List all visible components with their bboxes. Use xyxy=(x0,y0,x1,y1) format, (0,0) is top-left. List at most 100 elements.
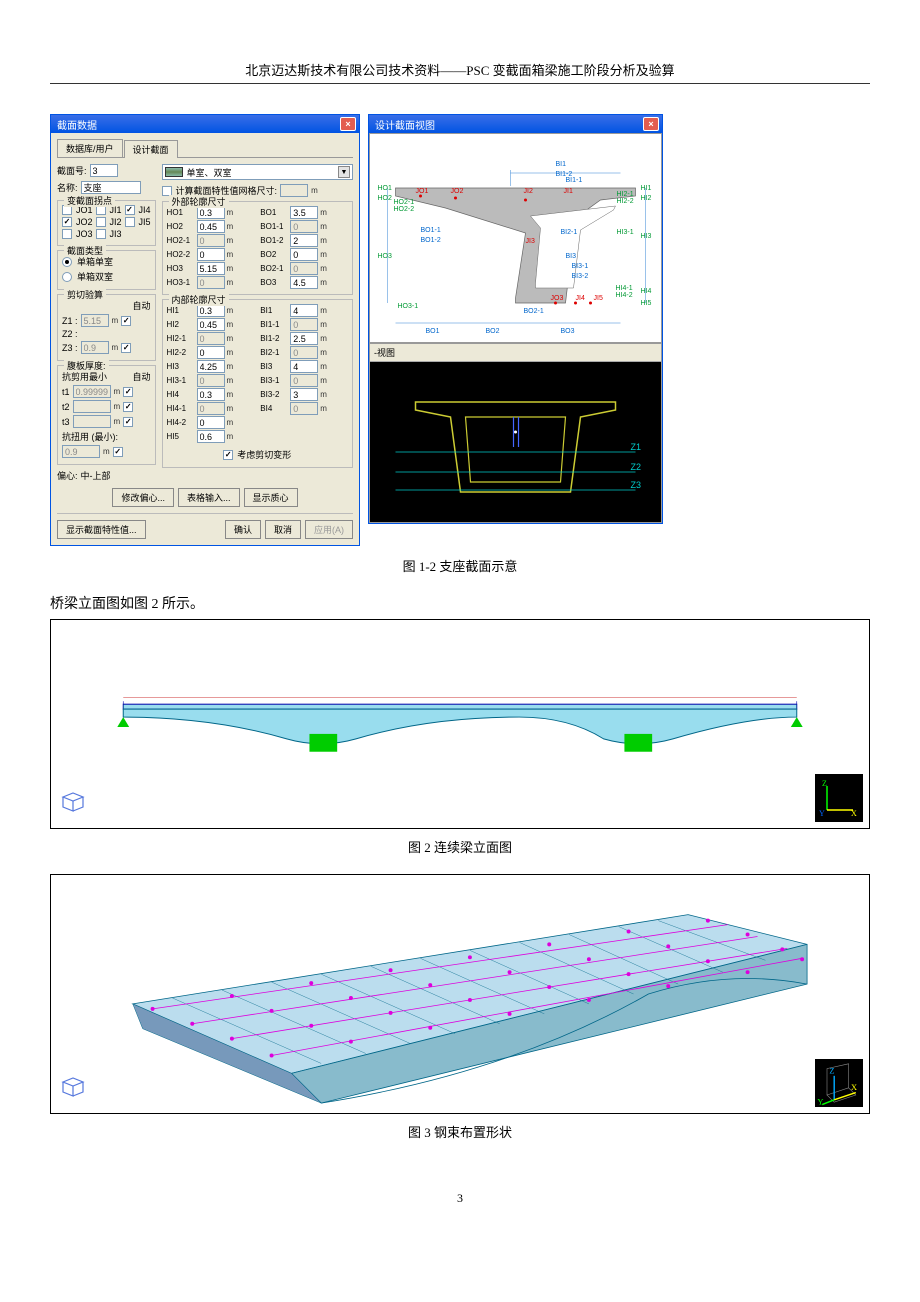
cb-shear-deform[interactable] xyxy=(223,450,233,460)
svg-text:HI5: HI5 xyxy=(641,300,652,307)
cb-ji3[interactable] xyxy=(96,229,106,239)
svg-text:Z2: Z2 xyxy=(631,462,642,472)
modify-offset-button[interactable]: 修改偏心... xyxy=(112,488,174,507)
calc-grid-input[interactable] xyxy=(280,184,308,197)
figure-2-elevation: Z X Y xyxy=(50,619,870,829)
z3-input[interactable] xyxy=(81,341,109,354)
svg-text:JI4: JI4 xyxy=(576,295,585,302)
cb-z1-auto[interactable] xyxy=(121,316,131,326)
name-input[interactable] xyxy=(81,181,141,194)
sect-type-title: 截面类型 xyxy=(64,244,106,257)
bo2-input[interactable] xyxy=(290,248,318,261)
bi4-input[interactable] xyxy=(290,402,318,415)
cb-ji4[interactable] xyxy=(125,205,135,215)
show-props-button[interactable]: 显示截面特性值... xyxy=(57,520,146,539)
svg-text:HI2-2: HI2-2 xyxy=(617,198,634,205)
ho2-input[interactable] xyxy=(197,220,225,233)
z1-input[interactable] xyxy=(81,314,109,327)
bi32-input[interactable] xyxy=(290,388,318,401)
table-input-button[interactable]: 表格输入... xyxy=(178,488,240,507)
svg-text:HI2-1: HI2-1 xyxy=(617,191,634,198)
radio-double-box[interactable] xyxy=(62,272,72,282)
svg-text:Z: Z xyxy=(822,779,827,788)
hi31-input[interactable] xyxy=(197,374,225,387)
hi3-input[interactable] xyxy=(197,360,225,373)
svg-text:JI3: JI3 xyxy=(526,238,535,245)
preview-canvas: Z1 Z2 Z3 xyxy=(370,362,661,522)
hi41-input[interactable] xyxy=(197,402,225,415)
jpoints-title: 变截面拐点 xyxy=(64,194,115,207)
bi1-input[interactable] xyxy=(290,304,318,317)
hi5-input[interactable] xyxy=(197,430,225,443)
show-center-button[interactable]: 显示质心 xyxy=(244,488,298,507)
ho22-input[interactable] xyxy=(197,248,225,261)
svg-text:HI3-1: HI3-1 xyxy=(617,229,634,236)
t2-input[interactable] xyxy=(73,400,111,413)
tab-database[interactable]: 数据库/用户 xyxy=(57,139,123,157)
hi4-input[interactable] xyxy=(197,388,225,401)
svg-text:BO2: BO2 xyxy=(486,328,500,335)
svg-text:BI3-1: BI3-1 xyxy=(572,263,589,270)
bi21-input[interactable] xyxy=(290,346,318,359)
bi3-input[interactable] xyxy=(290,360,318,373)
cb-kangn[interactable] xyxy=(113,447,123,457)
outer-title: 外部轮廓尺寸 xyxy=(169,195,229,208)
cb-t3[interactable] xyxy=(123,417,133,427)
hi2-input[interactable] xyxy=(197,318,225,331)
svg-text:HI2: HI2 xyxy=(641,195,652,202)
svg-text:BI1-1: BI1-1 xyxy=(566,177,583,184)
ho31-input[interactable] xyxy=(197,276,225,289)
dialog-titlebar: 截面数据 × xyxy=(51,115,359,133)
svg-text:JI1: JI1 xyxy=(564,188,573,195)
svg-text:X: X xyxy=(851,1083,857,1092)
svg-text:BI1: BI1 xyxy=(556,161,567,168)
view-orientation-icon xyxy=(59,791,87,820)
cb-t1[interactable] xyxy=(123,387,133,397)
cb-z3-auto[interactable] xyxy=(121,343,131,353)
cb-ji5[interactable] xyxy=(125,217,135,227)
name-label: 名称: xyxy=(57,181,78,194)
section-no-label: 截面号: xyxy=(57,164,87,177)
apply-button[interactable]: 应用(A) xyxy=(305,520,353,539)
hi22-input[interactable] xyxy=(197,346,225,359)
svg-text:Z: Z xyxy=(829,1066,834,1075)
bo11-input[interactable] xyxy=(290,220,318,233)
bo12-input[interactable] xyxy=(290,234,318,247)
caption-3: 图 3 钢束布置形状 xyxy=(50,1122,870,1141)
cb-jo3[interactable] xyxy=(62,229,72,239)
bo1-input[interactable] xyxy=(290,206,318,219)
hi21-input[interactable] xyxy=(197,332,225,345)
cancel-button[interactable]: 取消 xyxy=(265,520,301,539)
close-icon[interactable]: × xyxy=(643,117,659,131)
cb-calc-grid[interactable] xyxy=(162,186,172,196)
kangn-input[interactable] xyxy=(62,445,100,458)
cb-jo2[interactable] xyxy=(62,217,72,227)
hi42-input[interactable] xyxy=(197,416,225,429)
bi31-input[interactable] xyxy=(290,374,318,387)
cb-t2[interactable] xyxy=(123,402,133,412)
ok-button[interactable]: 确认 xyxy=(225,520,261,539)
ho21-input[interactable] xyxy=(197,234,225,247)
cross-section-schematic: BI1 BI1-2 BI1-1 HI1 HI2 HI2-1 HI2-2 HI3 … xyxy=(369,133,662,343)
svg-text:HO2: HO2 xyxy=(378,195,393,202)
cb-ji2[interactable] xyxy=(96,217,106,227)
bi11-input[interactable] xyxy=(290,318,318,331)
svg-text:BI2-1: BI2-1 xyxy=(561,229,578,236)
bo3-input[interactable] xyxy=(290,276,318,289)
axis-gizmo: Z X Y xyxy=(815,1059,863,1107)
section-type-select[interactable]: 单室、双室 ▼ xyxy=(162,164,353,180)
section-view-dialog: 设计截面视图 × xyxy=(368,114,663,524)
t1-input[interactable] xyxy=(73,385,111,398)
section-no-input[interactable] xyxy=(90,164,118,177)
shear-title: 剪切验算 xyxy=(64,288,106,301)
ho3-input[interactable] xyxy=(197,262,225,275)
preview-title: -视图 xyxy=(370,344,661,362)
radio-single-box[interactable] xyxy=(62,257,72,267)
t3-input[interactable] xyxy=(73,415,111,428)
svg-text:BO2-1: BO2-1 xyxy=(524,308,544,315)
close-icon[interactable]: × xyxy=(340,117,356,131)
figure-3-tendons: Z X Y xyxy=(50,874,870,1114)
tab-design-section[interactable]: 设计截面 xyxy=(124,140,178,158)
bo21-input[interactable] xyxy=(290,262,318,275)
bi12-input[interactable] xyxy=(290,332,318,345)
